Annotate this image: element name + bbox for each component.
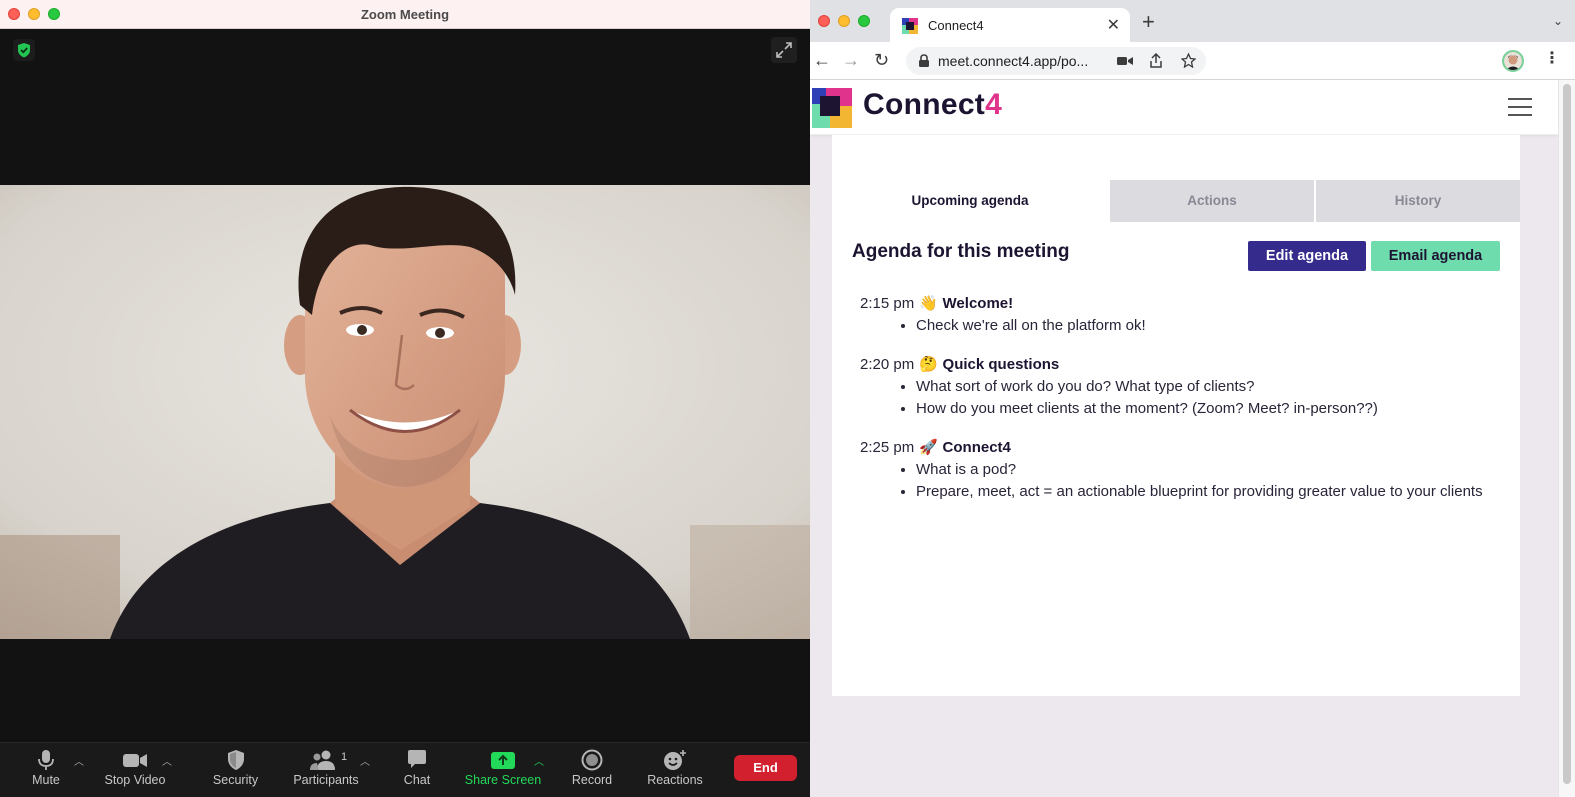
agenda-item-title: Quick questions	[942, 356, 1060, 373]
waving-hand-icon: 👋	[919, 295, 938, 312]
browser-minimize-window-button[interactable]	[838, 15, 850, 27]
connect4-favicon-icon	[902, 18, 918, 34]
browser-tab-strip: Connect4 ✕ + ⌄	[810, 0, 1575, 42]
agenda-time: 2:25 pm	[860, 439, 915, 456]
agenda-list: 2:15 pm 👋 Welcome! Check we're all on th…	[860, 293, 1500, 520]
agenda-bullet: Prepare, meet, act = an actionable bluep…	[916, 481, 1500, 503]
chat-bubble-icon	[408, 750, 426, 768]
rocket-icon: 🚀	[919, 439, 938, 456]
agenda-bullet: Check we're all on the platform ok!	[916, 315, 1500, 337]
address-bar[interactable]: meet.connect4.app/po...	[906, 47, 1206, 75]
email-agenda-button[interactable]: Email agenda	[1371, 241, 1500, 271]
share-icon[interactable]	[1149, 53, 1163, 69]
browser-tab-connect4[interactable]: Connect4 ✕	[890, 8, 1130, 42]
share-screen-icon	[491, 752, 515, 769]
agenda-item-title: Connect4	[942, 439, 1011, 456]
browser-tab-title: Connect4	[928, 18, 984, 33]
stop-video-label: Stop Video	[104, 773, 166, 787]
agenda-bullet: How do you meet clients at the moment? (…	[916, 398, 1500, 420]
agenda-item-title: Welcome!	[942, 295, 1014, 312]
zoom-titlebar: Zoom Meeting	[0, 0, 810, 29]
reactions-smiley-icon	[664, 750, 686, 770]
close-tab-icon[interactable]: ✕	[1107, 15, 1120, 35]
browser-close-window-button[interactable]	[818, 15, 830, 27]
hamburger-menu-icon[interactable]	[1508, 98, 1532, 116]
browser-window: Connect4 ✕ + ⌄ ← → ↻ meet.connect4.app/p…	[810, 0, 1575, 797]
security-button[interactable]: Security	[208, 749, 263, 787]
connect4-logo-icon[interactable]	[812, 88, 852, 128]
video-options-caret-icon[interactable]: ︿	[162, 753, 172, 768]
participants-options-caret-icon[interactable]: ︿	[360, 753, 370, 768]
back-arrow-icon[interactable]: ←	[813, 50, 831, 70]
record-button[interactable]: Record	[568, 749, 616, 787]
share-screen-button[interactable]: Share Screen	[462, 749, 544, 787]
share-screen-label: Share Screen	[464, 773, 542, 787]
mute-button[interactable]: Mute	[22, 749, 70, 787]
participants-label: Participants	[293, 773, 359, 787]
audio-options-caret-icon[interactable]: ︿	[74, 753, 84, 768]
agenda-bullet: What is a pod?	[916, 459, 1500, 481]
end-meeting-button[interactable]: End	[734, 755, 797, 781]
agenda-item-welcome: 2:15 pm 👋 Welcome! Check we're all on th…	[860, 293, 1500, 337]
browser-menu-icon[interactable]: ⋮	[1544, 48, 1560, 68]
tab-history[interactable]: History	[1314, 180, 1520, 222]
logo-digit: 4	[985, 88, 1003, 121]
security-shield-icon	[227, 750, 244, 770]
browser-toolbar: ← → ↻ meet.connect4.app/po... ⋮	[810, 42, 1575, 80]
browser-zoom-window-button[interactable]	[858, 15, 870, 27]
video-area	[0, 29, 810, 742]
security-label: Security	[212, 773, 259, 787]
tab-upcoming-agenda[interactable]: Upcoming agenda	[832, 180, 1108, 222]
share-options-caret-icon[interactable]: ︿	[534, 753, 544, 768]
thinking-face-icon: 🤔	[919, 356, 938, 373]
agenda-heading: Agenda for this meeting	[852, 241, 1070, 262]
page-scrollbar[interactable]	[1558, 80, 1575, 797]
fullscreen-icon[interactable]	[771, 37, 797, 63]
microphone-icon	[38, 750, 54, 770]
zoom-window-title: Zoom Meeting	[360, 7, 450, 22]
participant-video	[0, 185, 810, 639]
new-tab-button[interactable]: +	[1142, 11, 1155, 33]
mute-label: Mute	[32, 773, 60, 787]
chat-button[interactable]: Chat	[397, 749, 437, 787]
agenda-tabs: Upcoming agenda Actions History	[832, 180, 1520, 222]
stop-video-button[interactable]: Stop Video	[100, 749, 170, 787]
edit-agenda-button[interactable]: Edit agenda	[1248, 241, 1366, 271]
agenda-panel: Upcoming agenda Actions History Agenda f…	[832, 135, 1520, 696]
agenda-bullet: What sort of work do you do? What type o…	[916, 376, 1500, 398]
agenda-time: 2:20 pm	[860, 356, 915, 373]
record-icon	[581, 749, 603, 771]
participants-button[interactable]: Participants	[288, 749, 364, 787]
zoom-toolbar: Mute ︿ Stop Video ︿ Security Participant…	[0, 742, 810, 797]
chat-label: Chat	[403, 773, 431, 787]
encryption-shield-icon[interactable]	[13, 39, 35, 61]
forward-arrow-icon[interactable]: →	[842, 50, 860, 70]
logo-word: Connect	[863, 88, 986, 121]
reload-icon[interactable]: ↻	[874, 50, 889, 70]
reactions-button[interactable]: Reactions	[644, 749, 706, 787]
url-text: meet.connect4.app/po...	[938, 53, 1089, 69]
agenda-item-connect4: 2:25 pm 🚀 Connect4 What is a pod? Prepar…	[860, 437, 1500, 503]
site-header: Connect4	[810, 80, 1558, 135]
reactions-label: Reactions	[647, 773, 703, 787]
profile-avatar[interactable]	[1502, 50, 1524, 72]
agenda-item-quick-questions: 2:20 pm 🤔 Quick questions What sort of w…	[860, 354, 1500, 420]
record-label: Record	[571, 773, 613, 787]
camera-in-use-icon[interactable]	[1117, 55, 1133, 67]
tab-actions[interactable]: Actions	[1108, 180, 1314, 222]
agenda-time: 2:15 pm	[860, 295, 915, 312]
video-camera-icon	[123, 754, 147, 767]
tab-search-chevron-icon[interactable]: ⌄	[1553, 14, 1563, 28]
scrollbar-thumb[interactable]	[1563, 84, 1571, 784]
participants-icon	[310, 750, 335, 770]
bookmark-star-icon[interactable]	[1181, 53, 1196, 68]
participant-count: 1	[341, 751, 348, 763]
lock-icon	[919, 54, 929, 67]
zoom-window: Zoom Meeting Mute ︿ Stop Video ︿ Securit…	[0, 0, 810, 797]
connect4-logo-text[interactable]: Connect4	[863, 88, 1002, 122]
